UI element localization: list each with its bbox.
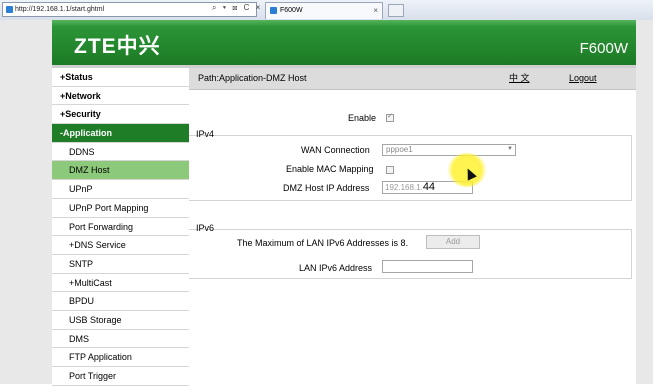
dmz-ip-typed: 44 [422, 181, 436, 193]
browser-toolbar: http://192.168.1.1/start.ghtml ⌕ ▾ ⊠ C ×… [0, 0, 653, 21]
breadcrumb: Path:Application-DMZ Host [198, 73, 307, 83]
sidebar-item-dns-service[interactable]: +DNS Service [52, 236, 189, 255]
address-bar-icons[interactable]: ⌕ ▾ ⊠ C × [212, 3, 262, 13]
model-name: F600W [579, 40, 628, 57]
sidebar-item-multicast[interactable]: +MultiCast [52, 274, 189, 293]
wan-connection-label: WAN Connection [301, 145, 370, 155]
sidebar-item-ftp-application[interactable]: FTP Application [52, 348, 189, 367]
wan-connection-select[interactable]: pppoe1 ▼ [382, 144, 516, 156]
enable-checkbox[interactable] [386, 112, 394, 122]
tab-favicon-icon [270, 7, 277, 14]
sidebar-item-status[interactable]: +Status [52, 68, 189, 87]
sidebar-item-upnp-port-mapping[interactable]: UPnP Port Mapping [52, 199, 189, 218]
ipv4-title: IPv4 [196, 129, 215, 139]
site-favicon-icon [6, 6, 13, 13]
router-header: ZTE中兴 F600W [52, 20, 636, 65]
sidebar-item-upnp[interactable]: UPnP [52, 180, 189, 199]
page-margin-right [636, 20, 653, 384]
logout-link[interactable]: Logout [569, 73, 597, 83]
sidebar-item-application[interactable]: -Application [52, 124, 189, 143]
mac-mapping-label: Enable MAC Mapping [286, 164, 374, 174]
sidebar-item-dms[interactable]: DMS [52, 330, 189, 349]
sidebar-item-ddns[interactable]: DDNS [52, 143, 189, 162]
sidebar-item-network[interactable]: +Network [52, 87, 189, 106]
enable-label: Enable [348, 113, 377, 123]
path-bar: Path:Application-DMZ Host 中 文 Logout [189, 68, 636, 90]
page-margin-left [0, 20, 52, 384]
ipv6-max-label: The Maximum of LAN IPv6 Addresses is 8. [237, 238, 409, 248]
dmz-ip-prefix: 192.168.1. [385, 183, 423, 192]
sidebar-item-usb-storage[interactable]: USB Storage [52, 311, 189, 330]
sidebar-item-bpdu[interactable]: BPDU [52, 292, 189, 311]
dmz-host-form: Enable IPv4 WAN Connection pppoe1 ▼ Enab… [189, 90, 636, 384]
lan-ipv6-label: LAN IPv6 Address [299, 263, 373, 273]
sidebar-item-port-forwarding[interactable]: Port Forwarding [52, 218, 189, 237]
new-tab-button[interactable] [388, 4, 404, 17]
header-stripe [52, 20, 636, 26]
browser-tab[interactable]: F600W × [265, 2, 383, 19]
mac-mapping-checkbox[interactable] [386, 166, 394, 174]
sidebar-item-sntp[interactable]: SNTP [52, 255, 189, 274]
lan-ipv6-input[interactable] [382, 260, 473, 273]
language-link[interactable]: 中 文 [509, 71, 530, 84]
sidebar-nav: +Status +Network +Security -Application DDNS… [52, 68, 189, 386]
sidebar-item-port-trigger[interactable]: Port Trigger [52, 367, 189, 386]
dmz-ip-label: DMZ Host IP Address [283, 183, 370, 193]
tab-title: F600W [280, 7, 303, 14]
address-text: http://192.168.1.1/start.ghtml [15, 6, 105, 13]
zte-logo: ZTE中兴 [74, 35, 161, 58]
chevron-down-icon: ▼ [507, 146, 513, 152]
sidebar-item-security[interactable]: +Security [52, 105, 189, 125]
add-button[interactable]: Add [426, 235, 480, 249]
sidebar-item-dmz-host[interactable]: DMZ Host [52, 161, 189, 181]
ipv6-title: IPv6 [196, 223, 215, 233]
tab-close-icon[interactable]: × [373, 3, 378, 19]
wan-connection-value: pppoe1 [386, 145, 413, 154]
